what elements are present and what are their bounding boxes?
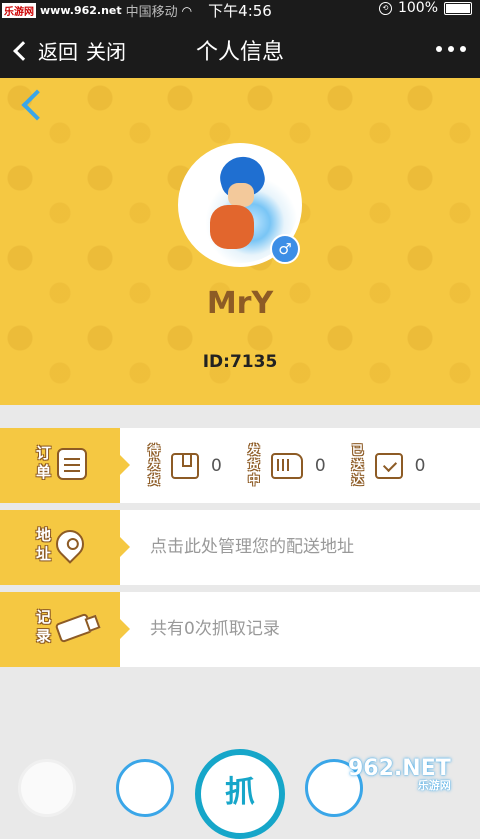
address-manage-link[interactable]: 点击此处管理您的配送地址 (150, 510, 354, 585)
order-status-shipping[interactable]: 发货中 0 (248, 443, 326, 488)
rotation-lock-icon: ⟲ (378, 1, 392, 15)
address-tag: 地址 (0, 510, 130, 585)
orders-tag: 订单 (0, 428, 130, 503)
records-tag: 记录 (0, 592, 130, 667)
battery-icon (444, 1, 472, 15)
delivered-icon (374, 452, 403, 479)
orders-tag-label: 订单 (36, 444, 52, 481)
status-right: ⟲ 100% (378, 0, 472, 16)
order-status-label: 发货中 (247, 443, 260, 487)
profile-header: ♂ MrY ID:7135 (0, 78, 480, 405)
username: MrY (206, 286, 274, 321)
header-back-icon[interactable] (21, 89, 53, 121)
box-icon (171, 452, 199, 479)
status-bar: 乐游网 www.962.net 中国移动 ◠ 下午4:56 ⟲ 100% (0, 0, 480, 20)
address-row[interactable]: 地址 点击此处管理您的配送地址 (0, 510, 480, 585)
grab-label: 抓 (225, 775, 255, 810)
order-status-delivered[interactable]: 已送达 0 (352, 443, 426, 488)
order-status-pending[interactable]: 待发货 0 (148, 443, 222, 488)
more-dot-icon (436, 46, 442, 52)
page-title: 个人信息 (195, 40, 284, 65)
order-list-icon (57, 448, 87, 480)
order-status-label: 待发货 (148, 443, 161, 487)
user-id: ID:7135 (202, 352, 278, 372)
orders-row: 订单 待发货 0 发货中 0 已送达 0 (0, 428, 480, 503)
mascot-icon[interactable] (18, 759, 76, 817)
order-status-list: 待发货 0 发货中 0 已送达 0 (148, 428, 451, 503)
camera-icon (54, 612, 94, 644)
order-status-count: 0 (314, 455, 326, 476)
grab-button[interactable]: 抓 (195, 749, 285, 839)
nav-bar: 返回 关闭 个人信息 (0, 20, 480, 78)
grab-records-text[interactable]: 共有0次抓取记录 (150, 592, 280, 667)
more-dot-icon (460, 46, 466, 52)
order-status-label: 已送达 (351, 443, 364, 487)
more-dot-icon (448, 46, 454, 52)
more-menu-button[interactable] (436, 46, 466, 52)
site-logo-watermark: 962.NET 乐游网 (348, 756, 451, 793)
character-icon[interactable] (116, 759, 174, 817)
records-row[interactable]: 记录 共有0次抓取记录 (0, 592, 480, 667)
order-status-count: 0 (414, 455, 426, 476)
order-status-count: 0 (211, 455, 222, 476)
male-gender-icon: ♂ (270, 234, 300, 264)
battery-percent: 100% (397, 0, 438, 16)
truck-icon (270, 452, 303, 479)
